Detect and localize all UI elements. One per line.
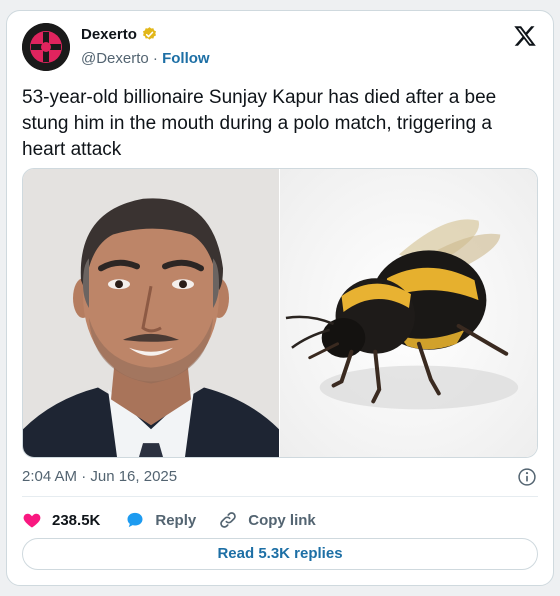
x-logo-icon[interactable] bbox=[513, 24, 537, 48]
reply-bubble-icon bbox=[127, 512, 143, 528]
tweet-card: Dexerto @Dexerto · Follow 53-year-old bi… bbox=[6, 10, 554, 586]
separator-dot: · bbox=[152, 50, 158, 67]
media-grid[interactable] bbox=[22, 168, 538, 458]
like-button[interactable]: 238.5K bbox=[22, 510, 100, 530]
action-bar: 238.5K Reply Copy link bbox=[22, 507, 316, 533]
man-portrait-image bbox=[23, 169, 279, 457]
link-icon bbox=[220, 512, 237, 528]
info-icon[interactable] bbox=[517, 467, 537, 487]
bumblebee-photo[interactable] bbox=[279, 169, 537, 457]
verified-gold-badge-icon bbox=[142, 27, 156, 40]
reply-button[interactable]: Reply bbox=[125, 510, 196, 530]
reply-label: Reply bbox=[155, 511, 197, 529]
display-name[interactable]: Dexerto bbox=[81, 26, 137, 43]
divider bbox=[22, 496, 538, 497]
tweet-timestamp[interactable]: 2:04 AM · Jun 16, 2025 bbox=[22, 468, 177, 485]
follow-link[interactable]: Follow bbox=[162, 50, 210, 67]
read-replies-button[interactable]: Read 5.3K replies bbox=[22, 538, 538, 570]
avatar[interactable] bbox=[22, 23, 70, 71]
copy-link-button[interactable]: Copy link bbox=[218, 510, 316, 530]
dexerto-logo-icon bbox=[22, 23, 70, 71]
bumblebee-image bbox=[280, 169, 537, 457]
handle-row: @Dexerto · Follow bbox=[81, 50, 210, 67]
man-portrait-photo[interactable] bbox=[23, 169, 279, 457]
tweet-text: 53-year-old billionaire Sunjay Kapur has… bbox=[22, 87, 497, 160]
copy-link-label: Copy link bbox=[248, 511, 316, 529]
heart-icon bbox=[23, 513, 41, 528]
name-row: Dexerto bbox=[81, 26, 158, 43]
handle[interactable]: @Dexerto bbox=[81, 50, 149, 67]
like-count: 238.5K bbox=[52, 511, 101, 529]
